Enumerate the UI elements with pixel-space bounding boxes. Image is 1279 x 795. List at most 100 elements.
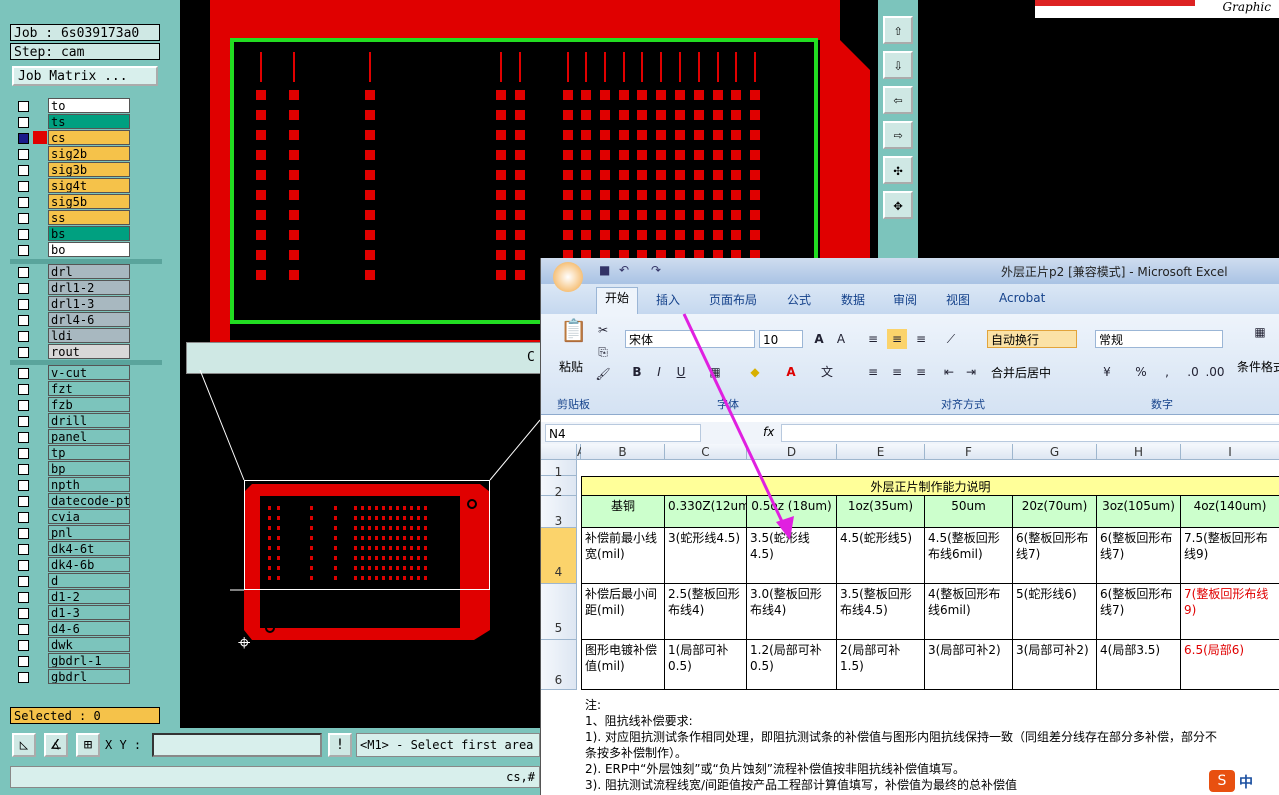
layer-row-d1-2[interactable]: d1-2 (10, 589, 162, 605)
shrink-font-icon[interactable]: A (831, 329, 851, 349)
underline-icon[interactable]: U (671, 362, 691, 382)
layer-name[interactable]: panel (48, 429, 130, 444)
layer-name[interactable]: dk4-6t (48, 541, 130, 556)
layer-row-bs[interactable]: bs (10, 226, 162, 242)
layer-name[interactable]: fzt (48, 381, 130, 396)
layer-name[interactable]: v-cut (48, 365, 130, 380)
table-cell[interactable]: 6.5(局部6) (1181, 640, 1279, 690)
align-right-icon[interactable]: ≡ (911, 362, 931, 382)
layer-row-gbdrl[interactable]: gbdrl (10, 669, 162, 685)
cut-icon[interactable]: ✂ (593, 320, 613, 340)
name-box[interactable]: N4 (545, 424, 701, 442)
column-header[interactable]: H (1097, 444, 1181, 460)
layer-row-drl1-2[interactable]: drl1-2 (10, 280, 162, 296)
orientation-icon[interactable]: ⟋ (941, 329, 961, 349)
layer-row-to[interactable]: to (10, 98, 162, 114)
fx-icon[interactable]: fx (763, 425, 774, 439)
layer-name[interactable]: drl1-2 (48, 280, 130, 295)
layer-checkbox[interactable] (18, 213, 29, 224)
row-header[interactable]: 6 (541, 640, 577, 690)
office-button[interactable] (553, 262, 583, 292)
spreadsheet-grid[interactable]: ABCDEFGHI 123456 外层正片制作能力说明基铜0.330Z(12um… (541, 444, 1279, 795)
layer-row-drl1-3[interactable]: drl1-3 (10, 296, 162, 312)
ribbon-tab[interactable]: 审阅 (893, 291, 917, 308)
layer-checkbox[interactable] (18, 245, 29, 256)
table-cell[interactable]: 20z(70um) (1013, 496, 1097, 528)
table-cell[interactable]: 外层正片制作能力说明 (581, 476, 1279, 496)
layer-checkbox[interactable] (18, 331, 29, 342)
layer-checkbox[interactable] (18, 315, 29, 326)
table-cell[interactable]: 3(蛇形线4.5) (665, 528, 747, 584)
layer-name[interactable]: cvia (48, 509, 130, 524)
bold-icon[interactable]: B (627, 362, 647, 382)
percent-icon[interactable]: % (1131, 362, 1151, 382)
layer-checkbox[interactable] (18, 544, 29, 555)
wrap-text-button[interactable]: 自动换行 (987, 330, 1077, 348)
fit-view-icon[interactable]: ✣ (883, 156, 913, 184)
layer-name[interactable]: d1-2 (48, 589, 130, 604)
column-header[interactable]: C (665, 444, 747, 460)
layer-row-drl[interactable]: drl (10, 264, 162, 280)
layer-row-d1-3[interactable]: d1-3 (10, 605, 162, 621)
layer-checkbox[interactable] (18, 640, 29, 651)
layer-row-bo[interactable]: bo (10, 242, 162, 258)
layer-row-sig3b[interactable]: sig3b (10, 162, 162, 178)
layer-checkbox[interactable] (18, 165, 29, 176)
layer-checkbox[interactable] (18, 384, 29, 395)
fill-color-icon[interactable]: ◆ (745, 362, 765, 382)
layer-checkbox[interactable] (18, 608, 29, 619)
column-header[interactable]: D (747, 444, 837, 460)
layer-row-datecode-pte[interactable]: datecode-pte (10, 493, 162, 509)
layer-row-dwk[interactable]: dwk (10, 637, 162, 653)
layer-checkbox[interactable] (18, 117, 29, 128)
layer-name[interactable]: ts (48, 114, 130, 129)
layer-name[interactable]: to (48, 98, 130, 113)
table-cell[interactable]: 3(局部可补2) (925, 640, 1013, 690)
layer-name[interactable]: sig2b (48, 146, 130, 161)
table-cell[interactable]: 3.5(蛇形线4.5) (747, 528, 837, 584)
increase-indent-icon[interactable]: ⇥ (961, 362, 981, 382)
layer-checkbox[interactable] (18, 496, 29, 507)
layer-checkbox[interactable] (18, 368, 29, 379)
table-cell[interactable]: 50um (925, 496, 1013, 528)
layer-row-bp[interactable]: bp (10, 461, 162, 477)
layer-checkbox[interactable] (18, 448, 29, 459)
pan-right-icon[interactable]: ⇨ (883, 121, 913, 149)
layer-name[interactable]: bo (48, 242, 130, 257)
table-cell[interactable]: 补偿前最小线宽(mil) (581, 528, 665, 584)
pan-left-icon[interactable]: ⇦ (883, 86, 913, 114)
conditional-format-button[interactable]: 条件格式 (1237, 358, 1279, 375)
font-color-icon[interactable]: A (781, 362, 801, 382)
table-cell[interactable]: 4.5(整板回形布线6mil) (925, 528, 1013, 584)
table-cell[interactable]: 4(整板回形布线6mil) (925, 584, 1013, 640)
ribbon-tab[interactable]: 数据 (841, 291, 865, 308)
column-header[interactable]: I (1181, 444, 1279, 460)
table-cell[interactable]: 2(局部可补1.5) (837, 640, 925, 690)
layer-name[interactable]: dwk (48, 637, 130, 652)
zoom-out-icon[interactable]: ⇩ (883, 51, 913, 79)
table-cell[interactable]: 5(蛇形线6) (1013, 584, 1097, 640)
layer-row-npth[interactable]: npth (10, 477, 162, 493)
layer-name[interactable]: drill (48, 413, 130, 428)
table-cell[interactable]: 6(整板回形布线7) (1013, 528, 1097, 584)
layer-name[interactable]: sig4t (48, 178, 130, 193)
align-center-icon[interactable]: ≡ (887, 362, 907, 382)
row-header[interactable]: 4 (541, 528, 577, 584)
layer-row-sig5b[interactable]: sig5b (10, 194, 162, 210)
layer-row-dk4-6t[interactable]: dk4-6t (10, 541, 162, 557)
layer-checkbox[interactable] (18, 512, 29, 523)
ime-logo-icon[interactable]: S (1209, 770, 1235, 792)
layer-checkbox[interactable] (18, 416, 29, 427)
copy-icon[interactable]: ⎘ (593, 342, 613, 362)
paste-button[interactable]: 粘贴 (559, 358, 583, 375)
decrease-indent-icon[interactable]: ⇤ (939, 362, 959, 382)
ribbon-tab[interactable]: 视图 (946, 291, 970, 308)
layer-checkbox[interactable] (18, 528, 29, 539)
layer-checkbox[interactable] (18, 400, 29, 411)
column-header[interactable]: F (925, 444, 1013, 460)
layer-checkbox[interactable] (18, 560, 29, 571)
layer-name[interactable]: gbdrl (48, 669, 130, 684)
layer-name[interactable]: tp (48, 445, 130, 460)
job-matrix-button[interactable]: Job Matrix ... (12, 66, 158, 86)
layer-name[interactable]: dk4-6b (48, 557, 130, 572)
